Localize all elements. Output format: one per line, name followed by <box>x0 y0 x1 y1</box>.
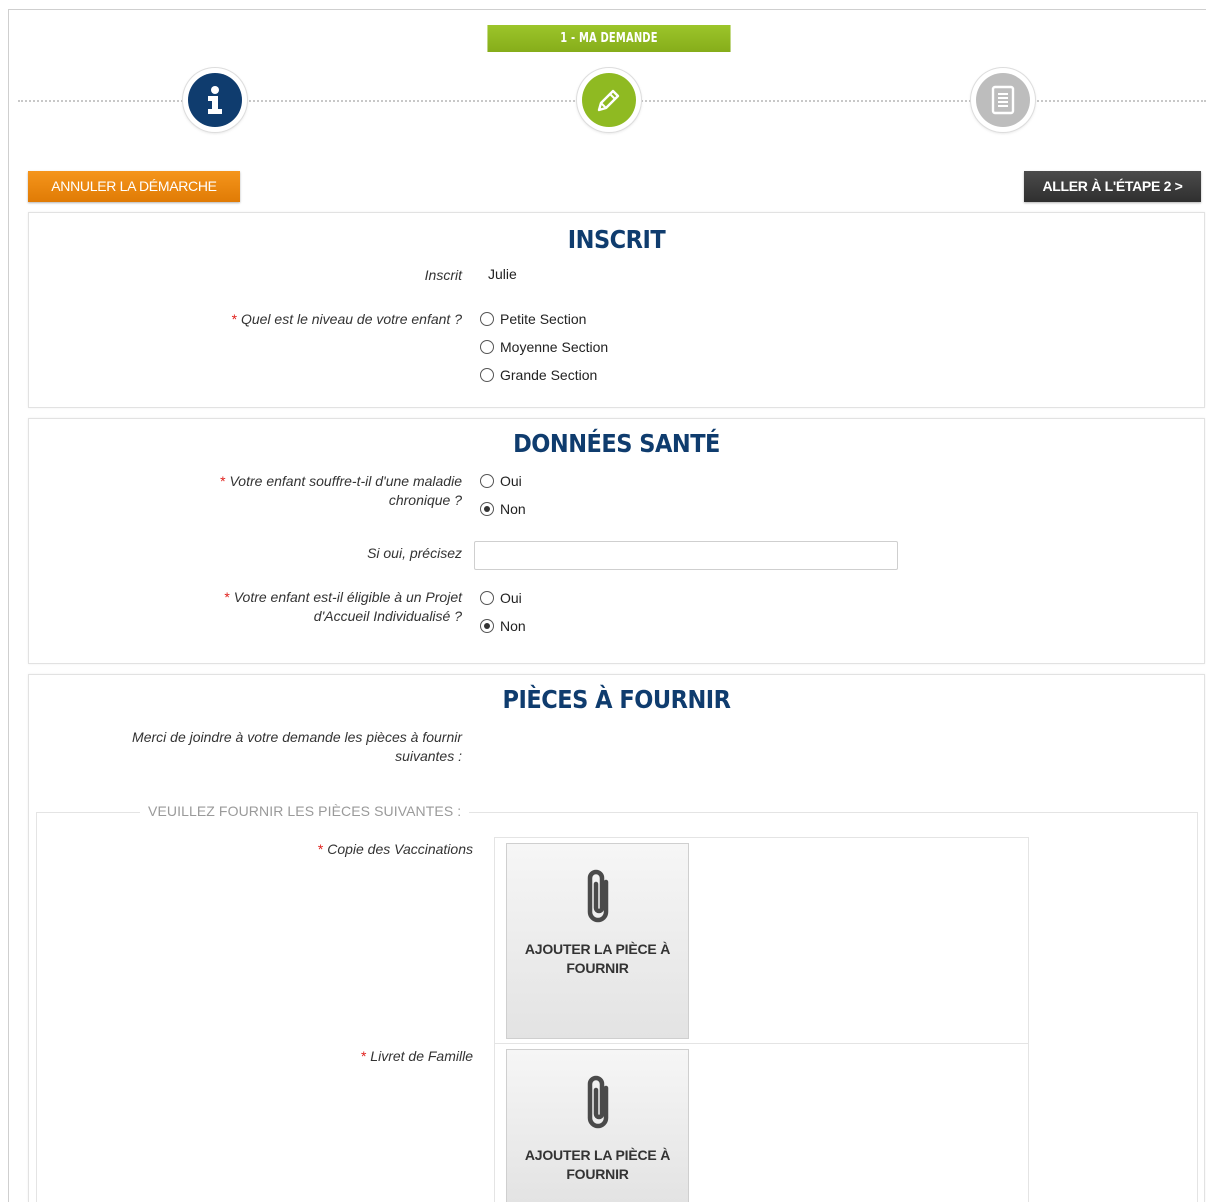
doc-label-text: Copie des Vaccinations <box>327 841 473 857</box>
radio-grande-section[interactable]: Grande Section <box>480 367 597 383</box>
radio-moyenne-section[interactable]: Moyenne Section <box>480 339 608 355</box>
next-step-button[interactable]: ALLER À L'ÉTAPE 2 > <box>1024 171 1201 202</box>
doc-label-livret: * Livret de Famille <box>361 1047 473 1066</box>
precisez-label: Si oui, précisez <box>367 545 462 561</box>
radio-button[interactable] <box>480 368 494 382</box>
section-title-sante: DONNÉES SANTÉ <box>513 429 720 458</box>
pencil-icon <box>582 73 636 127</box>
radio-label: Oui <box>500 473 522 489</box>
radio-button-selected[interactable] <box>480 619 494 633</box>
step-3-summary[interactable] <box>971 68 1035 132</box>
radio-maladie-oui[interactable]: Oui <box>480 473 522 489</box>
doc-label-text: Livret de Famille <box>370 1048 473 1064</box>
paperclip-icon <box>580 868 616 933</box>
radio-label: Grande Section <box>500 367 598 383</box>
pai-question-text: Votre enfant est-il éligible à un Projet… <box>233 589 462 624</box>
niveau-question: * Quel est le niveau de votre enfant ? <box>232 310 462 329</box>
doc-label-vaccinations: * Copie des Vaccinations <box>318 840 473 859</box>
niveau-question-text: Quel est le niveau de votre enfant ? <box>240 311 462 327</box>
radio-button[interactable] <box>480 591 494 605</box>
step-1-info[interactable] <box>183 68 247 132</box>
radio-pai-oui[interactable]: Oui <box>480 590 522 606</box>
inscrit-value: Julie <box>488 266 517 282</box>
radio-petite-section[interactable]: Petite Section <box>480 311 586 327</box>
radio-label: Non <box>500 618 526 634</box>
radio-button[interactable] <box>480 312 494 326</box>
cancel-button[interactable]: ANNULER LA DÉMARCHE <box>28 171 240 202</box>
section-title-inscrit: INSCRIT <box>567 225 666 254</box>
inscrit-label: Inscrit <box>424 267 462 283</box>
radio-pai-non[interactable]: Non <box>480 618 526 634</box>
section-title-pieces: PIÈCES À FOURNIR <box>502 685 731 714</box>
maladie-question: * Votre enfant souffre-t-il d'une maladi… <box>182 472 462 510</box>
required-marker: * <box>231 311 238 327</box>
document-icon <box>976 73 1030 127</box>
radio-label: Moyenne Section <box>500 339 609 355</box>
radio-button[interactable] <box>480 474 494 488</box>
required-marker: * <box>317 841 324 857</box>
required-marker: * <box>224 589 230 605</box>
pieces-intro: Merci de joindre à votre demande les piè… <box>132 729 462 764</box>
upload-label: AJOUTER LA PIÈCE À FOURNIR <box>524 941 671 976</box>
required-marker: * <box>360 1048 367 1064</box>
step-2-form[interactable] <box>577 68 641 132</box>
radio-label: Petite Section <box>500 311 587 327</box>
radio-button[interactable] <box>480 340 494 354</box>
info-icon <box>188 73 242 127</box>
maladie-question-text: Votre enfant souffre-t-il d'une maladie … <box>229 473 462 508</box>
panel-inscrit: INSCRIT <box>28 212 1205 408</box>
required-marker: * <box>220 473 226 489</box>
radio-label: Oui <box>500 590 522 606</box>
pieces-legend: VEUILLEZ FOURNIR LES PIÈCES SUIVANTES : <box>140 803 470 819</box>
upload-label: AJOUTER LA PIÈCE À FOURNIR <box>524 1147 671 1182</box>
pai-question: * Votre enfant est-il éligible à un Proj… <box>182 588 462 626</box>
paperclip-icon <box>580 1074 616 1139</box>
upload-button-livret[interactable]: AJOUTER LA PIÈCE À FOURNIR <box>506 1049 689 1202</box>
upload-button-vaccinations[interactable]: AJOUTER LA PIÈCE À FOURNIR <box>506 843 689 1039</box>
radio-label: Non <box>500 501 526 517</box>
precisez-input[interactable] <box>474 541 898 570</box>
radio-maladie-non[interactable]: Non <box>480 501 526 517</box>
current-step-label: 1 - MA DEMANDE <box>487 25 731 52</box>
radio-button-selected[interactable] <box>480 502 494 516</box>
